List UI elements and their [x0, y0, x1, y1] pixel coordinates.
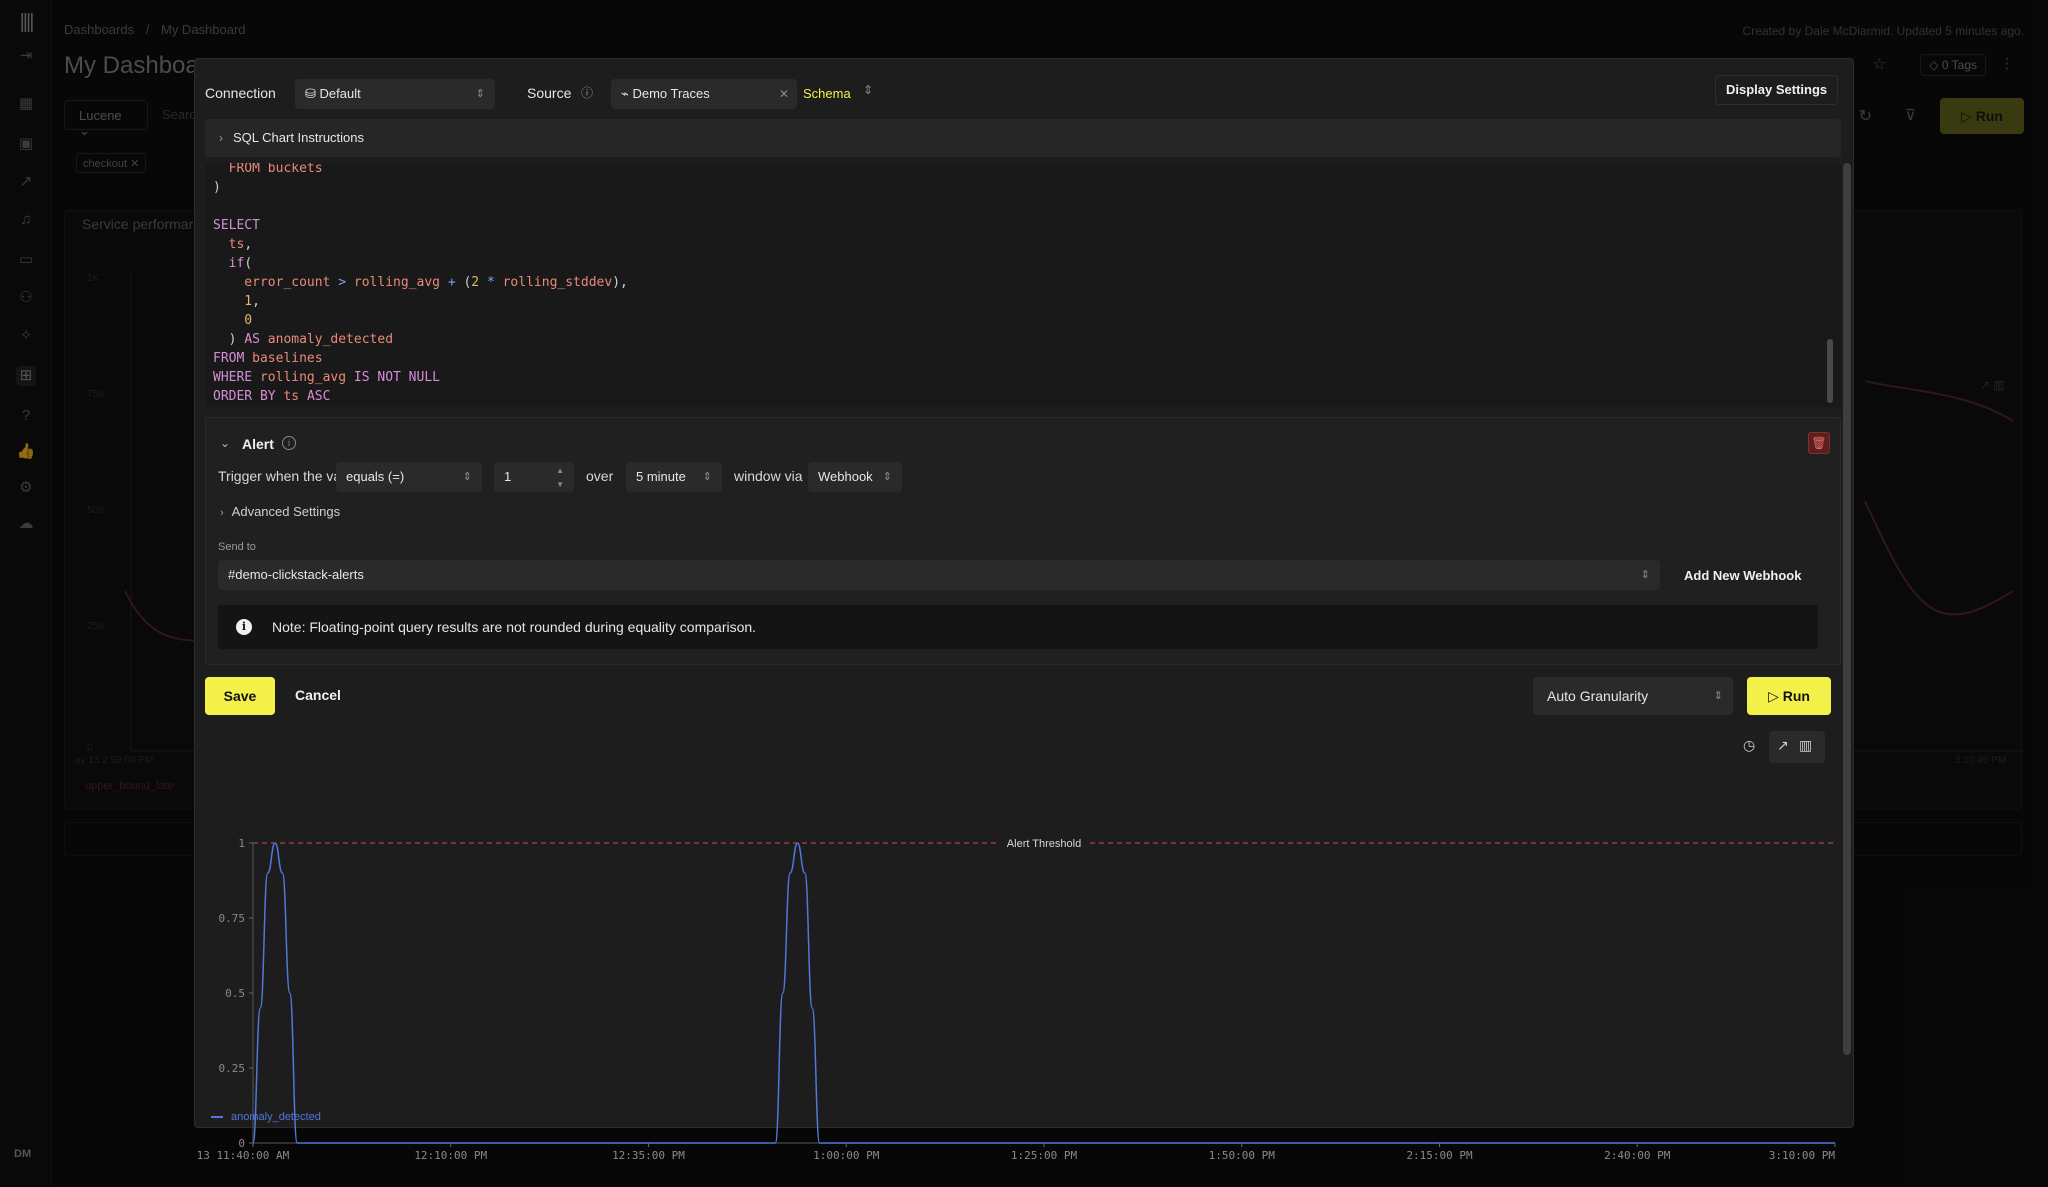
y-tick-label: 1 [238, 837, 245, 850]
anomaly-chart: 10.750.50.250ay 13 11:40:00 AM12:10:00 P… [195, 835, 1836, 1159]
condition-select[interactable]: equals (=) ⇕ [336, 462, 482, 492]
series-line [252, 842, 1835, 1144]
window-select[interactable]: 5 minute ⇕ [626, 462, 722, 492]
delete-alert-button[interactable]: 🗑 [1808, 432, 1830, 454]
sql-chart-instructions[interactable]: › SQL Chart Instructions [205, 119, 1841, 157]
threshold-label: Alert Threshold [1007, 838, 1081, 850]
x-tick-label: 12:35:00 PM [612, 1149, 685, 1159]
alert-info-icon[interactable]: i [282, 436, 296, 450]
chevron-right-icon: › [220, 507, 224, 519]
alert-section: ⌄ Alert i 🗑 Trigger when the value equal… [205, 417, 1841, 665]
clock-icon[interactable]: ◷ [1743, 737, 1755, 754]
chevron-updown-icon: ⇕ [462, 471, 472, 483]
advanced-settings-toggle[interactable]: › Advanced Settings [220, 504, 340, 519]
threshold-input[interactable]: 1 ▲ ▼ [494, 462, 574, 492]
info-icon: i [236, 619, 252, 635]
x-tick-label: 3:10:00 PM [1769, 1149, 1836, 1159]
sql-editor[interactable]: FROM buckets) SELECT ts, if( error_count … [205, 163, 1841, 407]
chevron-updown-icon: ⇕ [1640, 569, 1650, 581]
x-tick-label: ay 13 11:40:00 AM [195, 1149, 290, 1159]
legend-swatch [211, 1116, 223, 1119]
display-settings-button[interactable]: Display Settings [1715, 75, 1839, 105]
schema-button[interactable]: Schema [797, 79, 851, 109]
y-tick-label: 0.25 [219, 1062, 246, 1075]
clear-source-icon: ✕ [778, 87, 789, 101]
x-tick-label: 12:10:00 PM [414, 1149, 487, 1159]
code-line[interactable]: WHERE rolling_avg IS NOT NULL [213, 370, 440, 385]
send-to-label: Send to [218, 541, 256, 553]
y-tick-label: 0.75 [219, 912, 246, 925]
run-button[interactable]: ▷ Run [1747, 677, 1831, 715]
chart-legend[interactable]: anomaly_detected [211, 1111, 321, 1123]
stepper-icon: ▲ ▼ [556, 466, 564, 489]
code-line[interactable]: ) [213, 180, 221, 195]
x-tick-label: 2:40:00 PM [1604, 1149, 1671, 1159]
code-line[interactable]: 1, [213, 294, 260, 309]
line-chart-icon[interactable]: ↗ [1777, 737, 1789, 754]
code-line[interactable]: FROM buckets [213, 163, 323, 176]
chevron-updown-icon: ⇕ [702, 471, 712, 483]
code-line[interactable]: ts, [213, 237, 253, 252]
chart-editor-modal: Connection ⛁ Default ⇕ Source ⓘ ⌁ Demo T… [194, 58, 1854, 1159]
alert-title: Alert [242, 436, 274, 452]
x-tick-label: 1:50:00 PM [1209, 1149, 1276, 1159]
code-line[interactable]: 0 [213, 313, 252, 328]
code-line[interactable]: ORDER BY ts ASC [213, 389, 330, 404]
webhook-select[interactable]: #demo-clickstack-alerts ⇕ [218, 560, 1660, 590]
link-icon: ⌁ [621, 86, 633, 101]
editor-scrollbar[interactable] [1827, 339, 1833, 403]
source-select[interactable]: ⌁ Demo Traces ✕ [611, 79, 797, 109]
code-line[interactable]: ) AS anomaly_detected [213, 332, 393, 347]
window-via-label: window via [734, 468, 803, 484]
save-button[interactable]: Save [205, 677, 275, 715]
x-tick-label: 1:00:00 PM [813, 1149, 880, 1159]
schema-chevron-icon[interactable]: ⇕ [863, 83, 873, 97]
code-line[interactable]: FROM baselines [213, 351, 323, 366]
connection-select[interactable]: ⛁ Default ⇕ [295, 79, 495, 109]
add-webhook-button[interactable]: Add New Webhook [1684, 568, 1801, 583]
x-tick-label: 2:15:00 PM [1406, 1149, 1473, 1159]
y-tick-label: 0.5 [225, 987, 245, 1000]
trash-icon: 🗑 [1811, 436, 1827, 450]
source-info-icon[interactable]: ⓘ [581, 84, 593, 101]
chevron-right-icon: › [219, 131, 223, 145]
code-line[interactable]: error_count > rolling_avg + (2 * rolling… [213, 275, 628, 290]
x-tick-label: 1:25:00 PM [1011, 1149, 1078, 1159]
database-icon: ⛁ [305, 86, 320, 101]
source-label: Source [527, 85, 572, 101]
equality-note: i Note: Floating-point query results are… [218, 605, 1818, 649]
channel-select[interactable]: Webhook ⇕ [808, 462, 902, 492]
chevron-updown-icon: ⇕ [1713, 690, 1723, 702]
chevron-down-icon[interactable]: ⌄ [220, 436, 230, 450]
cancel-button[interactable]: Cancel [295, 687, 341, 703]
bar-chart-icon[interactable]: ▥ [1799, 737, 1812, 754]
over-label: over [586, 468, 614, 484]
chevron-updown-icon: ⇕ [475, 88, 485, 100]
code-line[interactable]: if( [213, 256, 253, 271]
code-line[interactable]: SELECT [213, 218, 260, 233]
connection-label: Connection [205, 85, 276, 101]
chevron-updown-icon: ⇕ [882, 471, 892, 483]
granularity-select[interactable]: Auto Granularity ⇕ [1533, 677, 1733, 715]
play-icon: ▷ [1768, 688, 1783, 704]
